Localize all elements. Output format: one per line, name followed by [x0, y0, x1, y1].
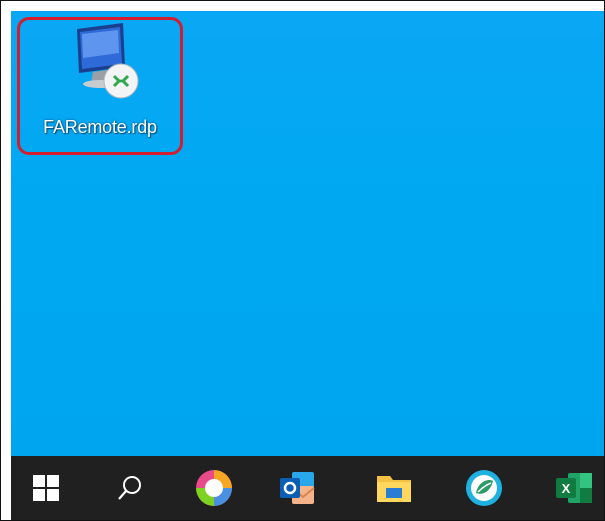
outlook-icon — [280, 472, 315, 504]
taskbar-excel[interactable]: X — [543, 456, 605, 520]
circular-app-icon — [466, 470, 502, 506]
taskbar-start-button[interactable] — [15, 456, 77, 520]
search-icon — [118, 476, 141, 500]
screenshot-frame: FARemote.rdp X — [0, 0, 605, 521]
desktop-icon-faremote[interactable]: FARemote.rdp — [23, 21, 177, 151]
taskbar-circular-app[interactable] — [453, 456, 515, 520]
desktop[interactable]: FARemote.rdp — [11, 11, 604, 456]
color-wheel-app-icon — [196, 470, 232, 506]
taskbar-file-explorer[interactable] — [363, 456, 425, 520]
file-explorer-icon — [377, 476, 411, 502]
svg-text:X: X — [562, 481, 571, 496]
windows-start-icon — [33, 475, 59, 501]
desktop-icon-label: FARemote.rdp — [43, 117, 157, 137]
excel-icon: X — [556, 473, 592, 503]
taskbar-color-wheel-app[interactable] — [183, 456, 245, 520]
taskbar-search-button[interactable] — [99, 456, 161, 520]
taskbar-outlook[interactable] — [267, 456, 329, 520]
remote-desktop-icon — [77, 23, 139, 99]
taskbar: X — [11, 456, 604, 520]
